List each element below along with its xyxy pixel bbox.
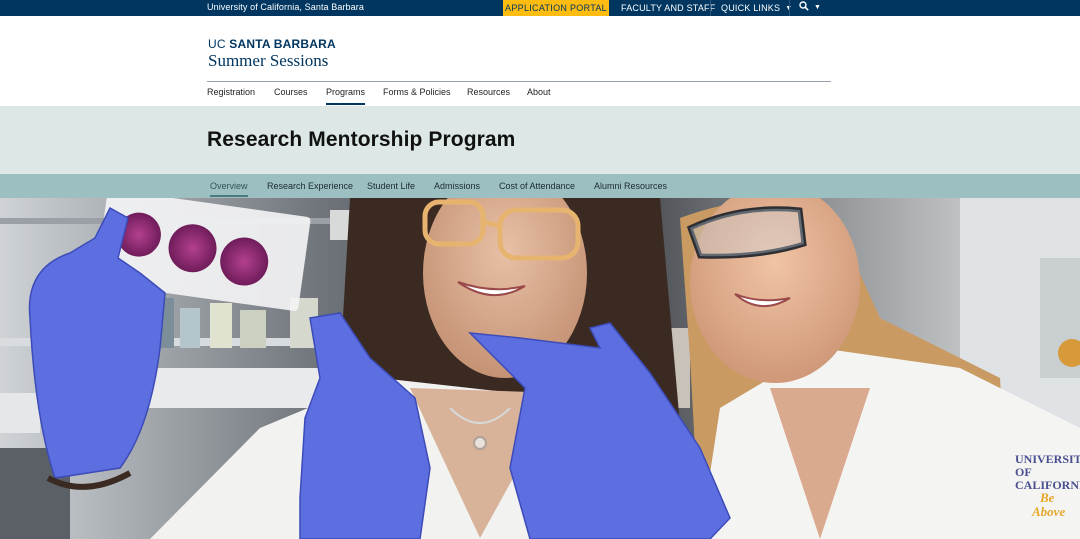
- nav-about[interactable]: About: [527, 87, 551, 97]
- svg-text:OF: OF: [1015, 465, 1032, 479]
- svg-text:Be: Be: [1039, 490, 1055, 505]
- divider: [789, 0, 790, 16]
- lab-photo-illustration: UNIVERSITY OF CALIFORNIA Be Above: [0, 198, 1080, 539]
- nav-resources[interactable]: Resources: [467, 87, 510, 97]
- search-toggle[interactable]: ▼: [799, 0, 821, 16]
- application-portal-button[interactable]: APPLICATION PORTAL: [503, 0, 609, 16]
- header-divider: [207, 81, 831, 82]
- subnav-student-life[interactable]: Student Life: [367, 181, 415, 191]
- chevron-down-icon: ▼: [814, 4, 821, 11]
- divider: [710, 0, 711, 16]
- nav-courses[interactable]: Courses: [274, 87, 308, 97]
- nav-programs[interactable]: Programs: [326, 87, 366, 105]
- subnav-admissions[interactable]: Admissions: [434, 181, 480, 191]
- quick-links-label: QUICK LINKS: [721, 3, 781, 13]
- search-icon: [799, 1, 809, 11]
- quick-links-menu[interactable]: QUICK LINKS▼: [721, 0, 792, 16]
- utility-bar: University of California, Santa Barbara …: [0, 0, 1080, 16]
- site-title: Summer Sessions: [208, 51, 329, 70]
- subnav-cost-of-attendance[interactable]: Cost of Attendance: [499, 181, 575, 191]
- subnav-overview[interactable]: Overview: [210, 181, 248, 197]
- page-title-band: Research Mentorship Program: [0, 106, 1080, 174]
- section-navigation: Overview Research Experience Student Lif…: [0, 174, 1080, 198]
- faculty-staff-link[interactable]: FACULTY AND STAFF: [621, 0, 715, 16]
- svg-text:UNIVERSITY: UNIVERSITY: [1015, 452, 1080, 466]
- hero-image: UNIVERSITY OF CALIFORNIA Be Above: [0, 198, 1080, 539]
- subnav-alumni-resources[interactable]: Alumni Resources: [594, 181, 667, 191]
- page-title: Research Mentorship Program: [207, 128, 516, 151]
- subnav-research-experience[interactable]: Research Experience: [267, 181, 353, 191]
- nav-registration[interactable]: Registration: [207, 87, 255, 97]
- svg-text:Above: Above: [1031, 504, 1065, 519]
- nav-forms-policies[interactable]: Forms & Policies: [383, 87, 451, 97]
- university-link[interactable]: University of California, Santa Barbara: [207, 2, 364, 12]
- ucsb-wordmark: UC SANTA BARBARA: [208, 37, 336, 51]
